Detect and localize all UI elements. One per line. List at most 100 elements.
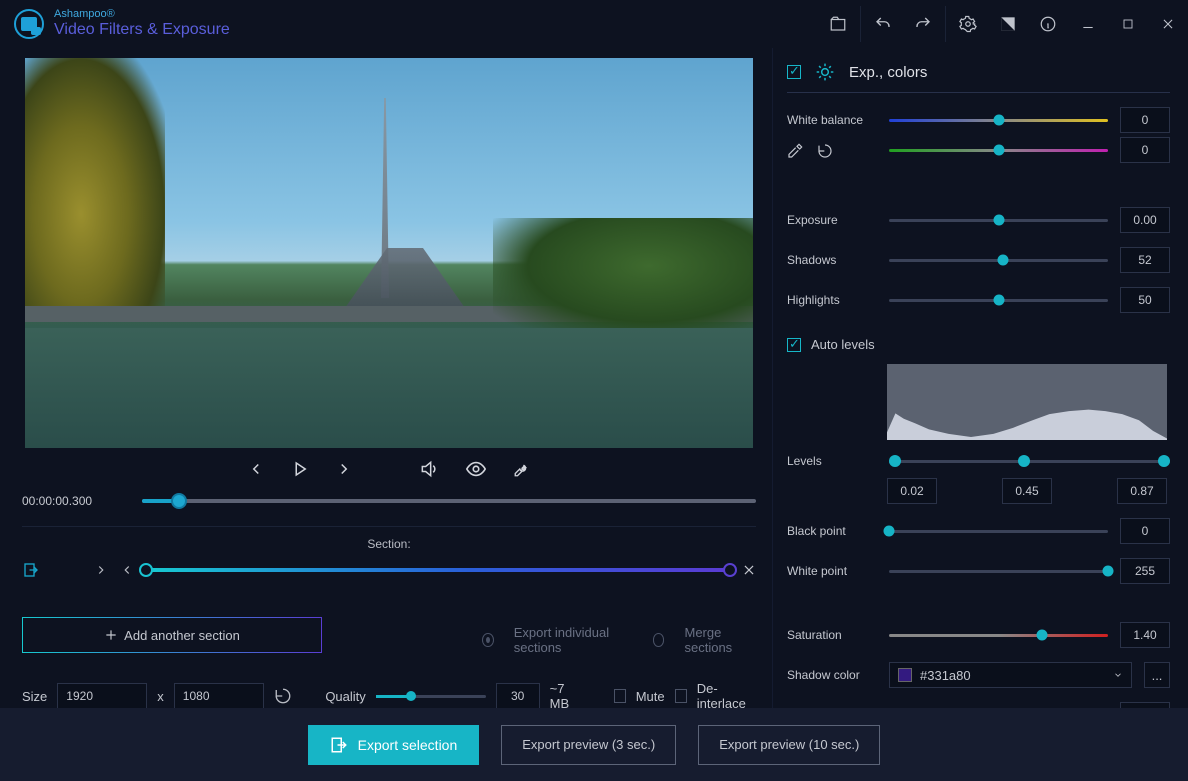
wb-reset-button[interactable] <box>817 143 833 159</box>
prev-frame-button[interactable] <box>247 460 265 478</box>
levels-black-input[interactable] <box>887 478 937 504</box>
time-label: 00:00:00.300 <box>22 494 122 508</box>
levels-handle-mid[interactable] <box>1018 455 1030 467</box>
white-point-slider[interactable] <box>889 570 1108 573</box>
mute-checkbox[interactable] <box>614 689 626 703</box>
white-point-label: White point <box>787 564 877 578</box>
saturation-input[interactable] <box>1120 622 1170 648</box>
next-frame-button[interactable] <box>335 460 353 478</box>
preview-toggle-button[interactable] <box>465 458 487 480</box>
color-swatch-icon <box>898 668 912 682</box>
brand-logo <box>14 9 44 39</box>
add-section-button[interactable]: Add another section <box>22 617 322 653</box>
deinterlace-checkbox[interactable] <box>675 689 687 703</box>
mute-label: Mute <box>636 689 665 704</box>
panel-title: Exp., colors <box>849 64 927 81</box>
merge-sections-radio[interactable] <box>653 633 665 647</box>
export-preview-10-button[interactable]: Export preview (10 sec.) <box>698 725 880 765</box>
highlights-label: Highlights <box>787 293 877 307</box>
panel-enable-checkbox[interactable] <box>787 65 801 79</box>
video-preview[interactable] <box>25 58 753 448</box>
add-section-label: Add another section <box>124 628 240 643</box>
brand-small: Ashampoo® <box>54 8 230 21</box>
tools-button[interactable] <box>513 460 531 478</box>
exposure-slider[interactable] <box>889 219 1108 222</box>
export-selection-button[interactable]: Export selection <box>308 725 480 765</box>
levels-handle-black[interactable] <box>889 455 901 467</box>
export-individual-label: Export individual sections <box>514 625 633 655</box>
white-point-input[interactable] <box>1120 558 1170 584</box>
prev-section-button[interactable] <box>120 563 134 577</box>
play-button[interactable] <box>291 460 309 478</box>
section-handle-end[interactable] <box>723 563 737 577</box>
quality-size: ~7 MB <box>550 681 582 711</box>
remove-section-button[interactable] <box>742 563 756 577</box>
bottom-bar: Export selection Export preview (3 sec.)… <box>0 708 1188 781</box>
minimize-button[interactable] <box>1068 4 1108 44</box>
auto-levels-label: Auto levels <box>811 337 875 352</box>
wb-temp-input[interactable] <box>1120 107 1170 133</box>
open-file-button[interactable] <box>818 4 858 44</box>
wb-temp-slider[interactable] <box>889 119 1108 122</box>
shadow-color-dropdown[interactable]: #331a80 <box>889 662 1132 688</box>
black-point-slider[interactable] <box>889 530 1108 533</box>
undo-button[interactable] <box>863 4 903 44</box>
shadows-slider[interactable] <box>889 259 1108 262</box>
exposure-label: Exposure <box>787 213 877 227</box>
black-point-label: Black point <box>787 524 877 538</box>
width-input[interactable] <box>57 683 147 709</box>
black-point-input[interactable] <box>1120 518 1170 544</box>
brand: Ashampoo® Video Filters & Exposure <box>14 8 230 39</box>
shadow-color-hex: #331a80 <box>920 668 971 683</box>
quality-input[interactable] <box>496 683 540 709</box>
export-preview-3-button[interactable]: Export preview (3 sec.) <box>501 725 676 765</box>
info-button[interactable] <box>1028 4 1068 44</box>
redo-button[interactable] <box>903 4 943 44</box>
levels-white-input[interactable] <box>1117 478 1167 504</box>
size-sep: x <box>157 689 164 704</box>
shadows-input[interactable] <box>1120 247 1170 273</box>
seek-slider[interactable] <box>142 499 756 503</box>
maximize-button[interactable] <box>1108 4 1148 44</box>
close-button[interactable] <box>1148 4 1188 44</box>
next-section-button[interactable] <box>94 563 108 577</box>
exposure-input[interactable] <box>1120 207 1170 233</box>
merge-sections-label: Merge sections <box>684 625 756 655</box>
export-individual-radio[interactable] <box>482 633 494 647</box>
wb-tint-slider[interactable] <box>889 149 1108 152</box>
brand-title: Video Filters & Exposure <box>54 21 230 39</box>
quality-label: Quality <box>325 689 365 704</box>
highlights-input[interactable] <box>1120 287 1170 313</box>
volume-button[interactable] <box>419 459 439 479</box>
quality-slider[interactable] <box>376 695 486 698</box>
auto-levels-checkbox[interactable] <box>787 338 801 352</box>
saturation-slider[interactable] <box>889 634 1108 637</box>
titlebar: Ashampoo® Video Filters & Exposure <box>0 0 1188 48</box>
section-handle-start[interactable] <box>139 563 153 577</box>
height-input[interactable] <box>174 683 264 709</box>
levels-mid-input[interactable] <box>1002 478 1052 504</box>
deinterlace-label: De-interlace <box>697 681 756 711</box>
section-label: Section: <box>22 537 756 551</box>
sun-icon <box>815 62 835 82</box>
color-picker-button[interactable]: ... <box>1144 662 1170 688</box>
section-out-button[interactable] <box>22 561 40 579</box>
wb-tint-input[interactable] <box>1120 137 1170 163</box>
theme-button[interactable] <box>988 4 1028 44</box>
histogram <box>887 364 1167 440</box>
saturation-label: Saturation <box>787 628 877 642</box>
export-selection-label: Export selection <box>358 737 458 753</box>
settings-button[interactable] <box>948 4 988 44</box>
levels-label: Levels <box>787 454 877 468</box>
white-balance-label: White balance <box>787 113 877 127</box>
levels-slider[interactable] <box>889 460 1170 463</box>
shadows-label: Shadows <box>787 253 877 267</box>
shadow-color-label: Shadow color <box>787 668 877 682</box>
size-label: Size <box>22 689 47 704</box>
levels-handle-white[interactable] <box>1158 455 1170 467</box>
section-range[interactable] <box>146 568 730 572</box>
highlights-slider[interactable] <box>889 299 1108 302</box>
reset-size-button[interactable] <box>274 687 292 705</box>
eyedropper-button[interactable] <box>787 143 803 159</box>
chevron-down-icon <box>1113 670 1123 680</box>
